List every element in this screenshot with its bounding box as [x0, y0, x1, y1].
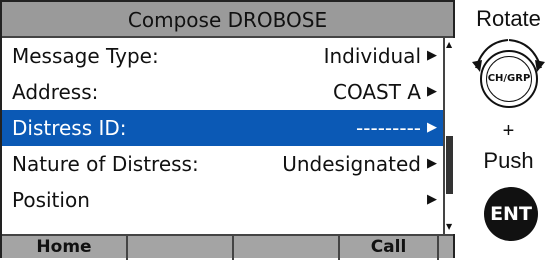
menu-item-value: ---------	[356, 116, 421, 140]
menu-item-value: Individual	[323, 44, 421, 68]
ch-grp-dial[interactable]: CH/GRP	[480, 50, 538, 108]
submenu-arrow-icon: ▶	[427, 48, 437, 63]
control-instructions: Rotate CH/GRP + Push ENT	[462, 0, 555, 258]
softkey-call[interactable]: Call	[340, 236, 437, 260]
scrollbar[interactable]: ▲ ▼	[443, 38, 455, 234]
menu-item-nature-of-distress[interactable]: Nature of Distress: Undesignated ▶	[2, 146, 443, 182]
menu-item-label: Message Type:	[12, 44, 159, 68]
push-label: Push	[483, 148, 534, 173]
submenu-arrow-icon: ▶	[427, 84, 437, 99]
scrollbar-thumb[interactable]	[446, 136, 453, 194]
menu-list: Message Type: Individual ▶ Address: COAS…	[2, 38, 443, 218]
menu-item-distress-id[interactable]: Distress ID: --------- ▶	[2, 110, 443, 146]
radio-lcd-screen: Compose DROBOSE Message Type: Individual…	[0, 0, 455, 260]
menu-item-value: COAST A	[333, 80, 421, 104]
softkey-bar: Home Call	[2, 234, 453, 260]
softkey-3[interactable]	[234, 236, 338, 260]
screen-title: Compose DROBOSE	[2, 2, 453, 38]
ent-button[interactable]: ENT	[484, 187, 538, 241]
dial-label: CH/GRP	[486, 56, 532, 102]
rotate-label: Rotate	[476, 6, 541, 31]
softkey-2[interactable]	[128, 236, 232, 260]
scroll-down-icon: ▼	[446, 222, 453, 231]
softkey-home[interactable]: Home	[2, 236, 126, 260]
scroll-up-icon: ▲	[446, 40, 453, 49]
softkey-divider	[437, 236, 439, 260]
menu-item-message-type[interactable]: Message Type: Individual ▶	[2, 38, 443, 74]
menu-item-label: Address:	[12, 80, 99, 104]
menu-item-label: Position	[12, 188, 90, 212]
menu-item-label: Distress ID:	[12, 116, 127, 140]
submenu-arrow-icon: ▶	[427, 120, 437, 135]
menu-item-value: Undesignated	[282, 152, 421, 176]
menu-item-position[interactable]: Position ▶	[2, 182, 443, 218]
menu-item-address[interactable]: Address: COAST A ▶	[2, 74, 443, 110]
menu-item-label: Nature of Distress:	[12, 152, 199, 176]
plus-sign: +	[502, 120, 515, 142]
submenu-arrow-icon: ▶	[427, 192, 437, 207]
submenu-arrow-icon: ▶	[427, 156, 437, 171]
